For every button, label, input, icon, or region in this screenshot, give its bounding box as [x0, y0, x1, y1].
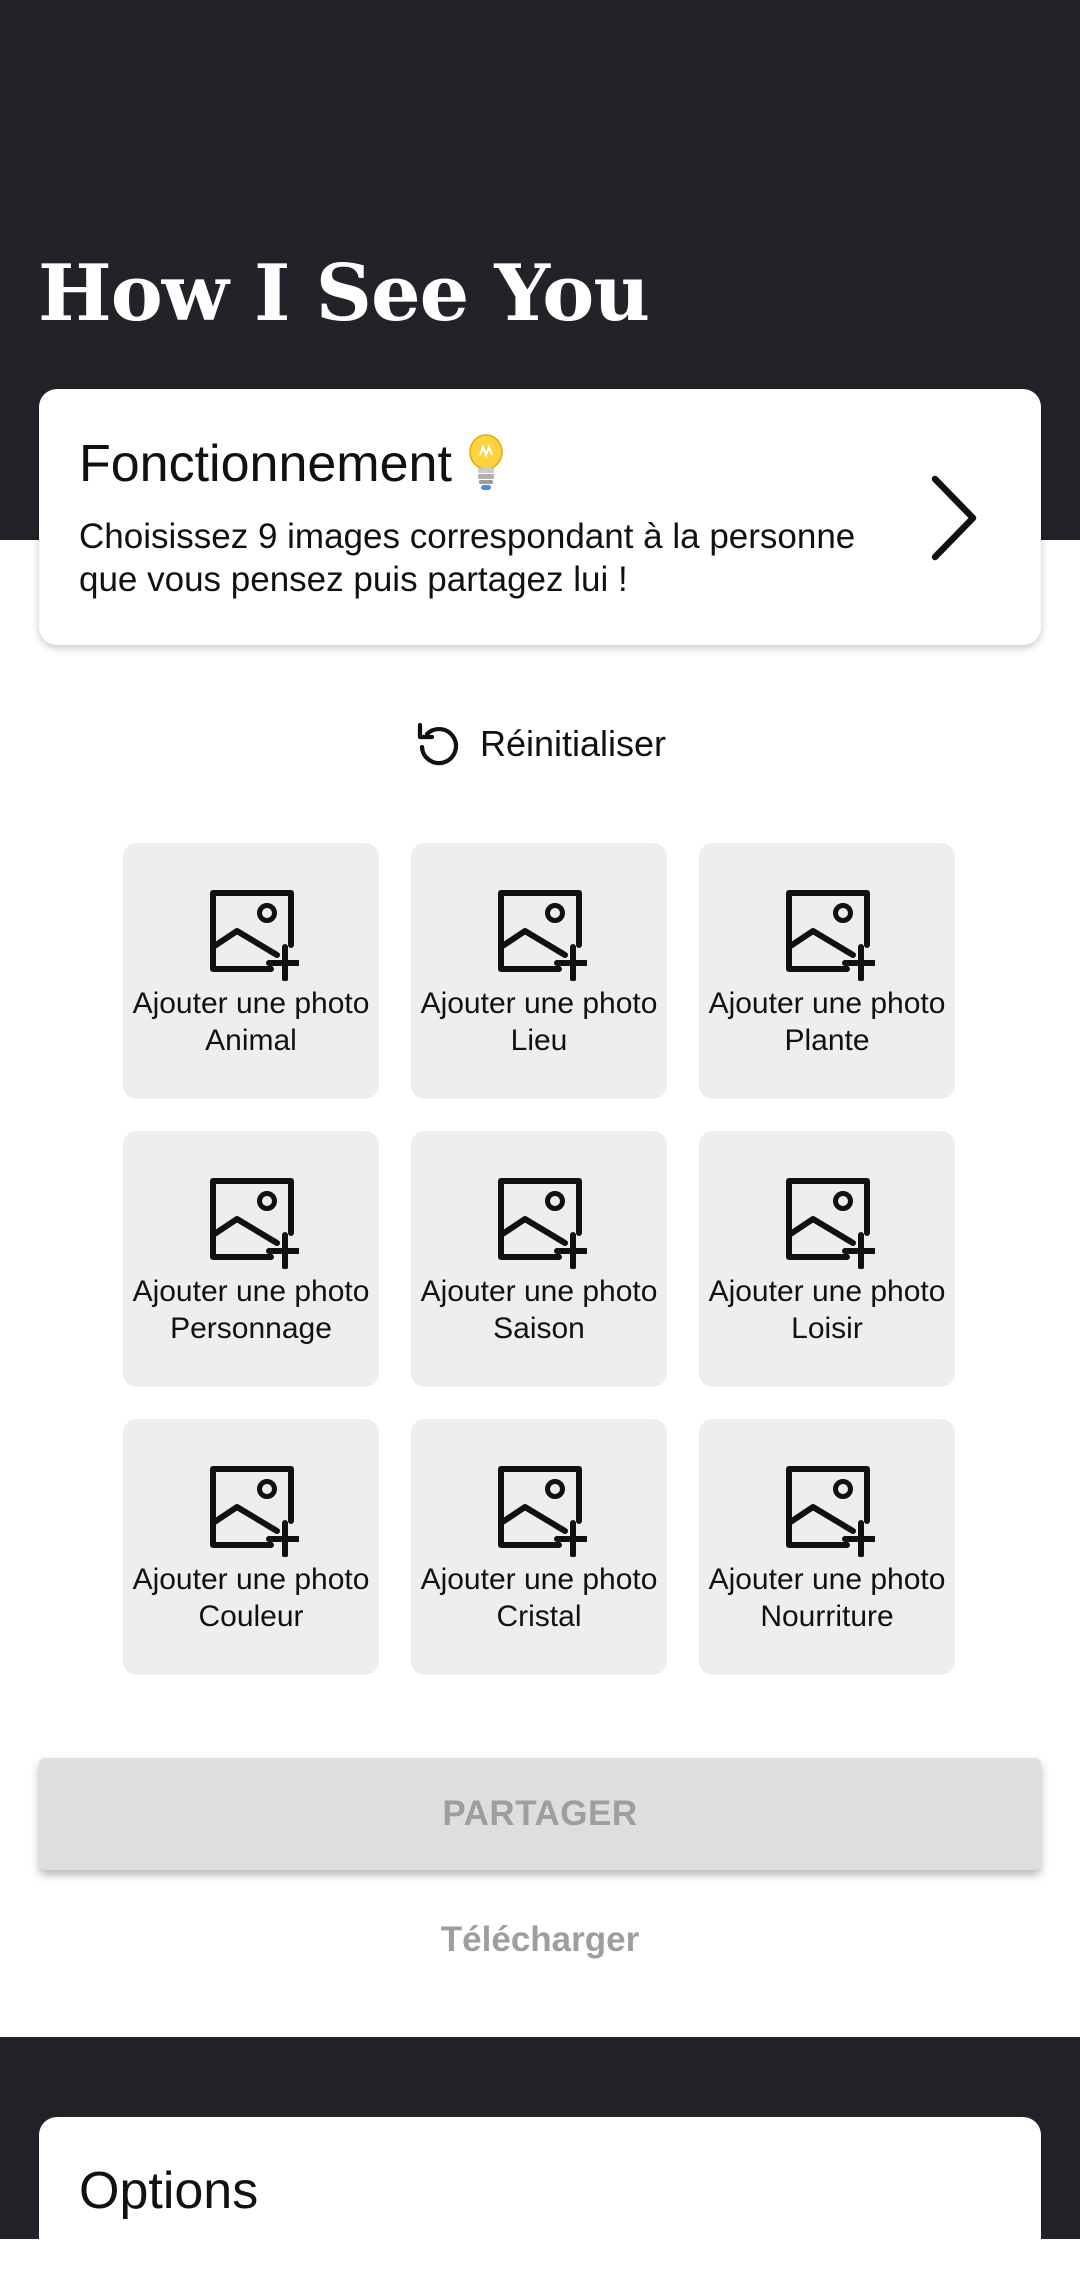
lightbulb-icon	[469, 434, 503, 490]
add-photo-icon	[498, 890, 587, 981]
tile-action-label: Ajouter une photo	[420, 1275, 658, 1308]
tile-action-label: Ajouter une photo	[708, 1563, 946, 1596]
photo-tile[interactable]: Ajouter une photo Saison	[411, 1131, 667, 1387]
photo-tile[interactable]: Ajouter une photo Cristal	[411, 1419, 667, 1675]
photo-tile[interactable]: Ajouter une photo Personnage	[123, 1131, 379, 1387]
share-button[interactable]: PARTAGER	[39, 1758, 1041, 1870]
reset-icon	[417, 722, 458, 766]
tile-action-label: Ajouter une photo	[132, 1275, 370, 1308]
tile-category-label: Cristal	[496, 1600, 582, 1633]
tile-category-label: Couleur	[198, 1600, 304, 1633]
tile-category-label: Loisir	[791, 1312, 863, 1345]
options-card[interactable]: Options	[39, 2117, 1041, 2277]
options-title: Options	[79, 2162, 259, 2220]
add-photo-icon	[786, 890, 875, 981]
photo-tile[interactable]: Ajouter une photo Animal	[123, 843, 379, 1099]
add-photo-icon	[786, 1178, 875, 1269]
how-it-works-card[interactable]: Fonctionnement Choisissez 9 images corre…	[39, 389, 1041, 645]
reset-label: Réinitialiser	[479, 723, 667, 764]
photo-tile[interactable]: Ajouter une photo Couleur	[123, 1419, 379, 1675]
photo-tile[interactable]: Ajouter une photo Loisir	[699, 1131, 955, 1387]
tile-category-label: Personnage	[170, 1312, 332, 1345]
tile-category-label: Lieu	[510, 1024, 568, 1057]
photo-tile[interactable]: Ajouter une photo Nourriture	[699, 1419, 955, 1675]
photo-grid: Ajouter une photo Animal Ajouter une photo…	[123, 843, 956, 1675]
add-photo-icon	[786, 1466, 875, 1557]
tile-action-label: Ajouter une photo	[420, 1563, 658, 1596]
add-photo-icon	[498, 1466, 587, 1557]
tile-action-label: Ajouter une photo	[708, 987, 946, 1020]
photo-tile[interactable]: Ajouter une photo Lieu	[411, 843, 667, 1099]
tile-category-label: Saison	[493, 1312, 585, 1345]
add-photo-icon	[498, 1178, 587, 1269]
chevron-right-icon[interactable]	[925, 473, 981, 563]
how-it-works-description: Choisissez 9 images correspondant à la p…	[79, 517, 856, 599]
tile-action-label: Ajouter une photo	[132, 1563, 370, 1596]
tile-category-label: Nourriture	[760, 1600, 894, 1633]
app-title: How I See You	[38, 248, 650, 339]
add-photo-icon	[210, 1178, 299, 1269]
tile-action-label: Ajouter une photo	[132, 987, 370, 1020]
tile-action-label: Ajouter une photo	[708, 1275, 946, 1308]
tile-category-label: Plante	[784, 1024, 870, 1057]
photo-tile[interactable]: Ajouter une photo Plante	[699, 843, 955, 1099]
how-it-works-title-row: Fonctionnement	[79, 433, 506, 493]
tile-category-label: Animal	[205, 1024, 297, 1057]
how-it-works-title: Fonctionnement	[79, 435, 452, 493]
add-photo-icon	[210, 890, 299, 981]
tile-action-label: Ajouter une photo	[420, 987, 658, 1020]
download-link[interactable]: Télécharger	[0, 1920, 1080, 1960]
add-photo-icon	[210, 1466, 299, 1557]
reset-button[interactable]: Réinitialiser	[0, 716, 1080, 772]
